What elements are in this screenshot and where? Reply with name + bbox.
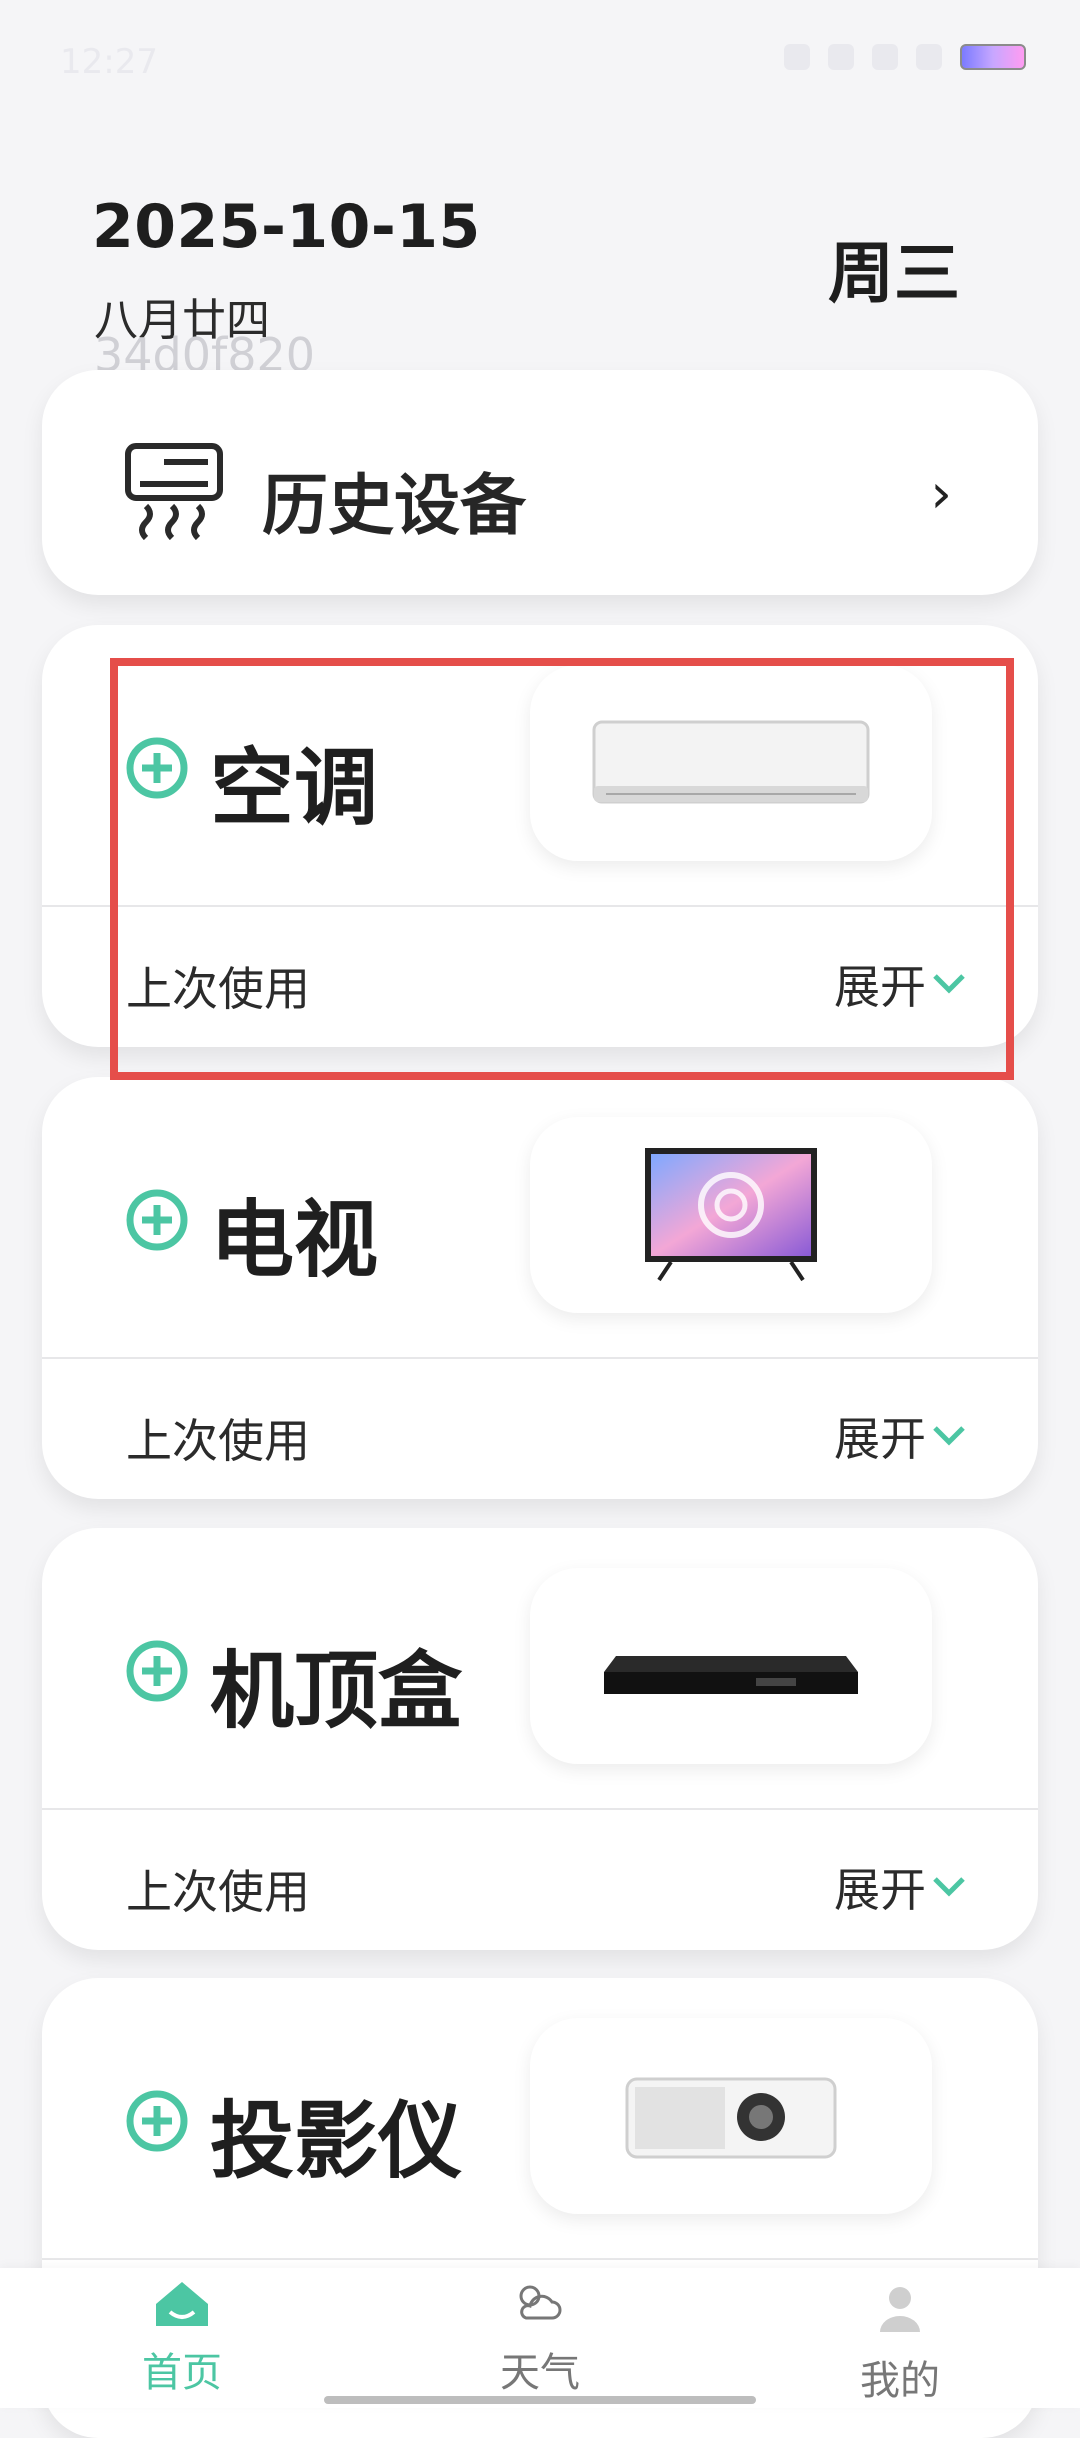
expand-toggle[interactable]: 展开 [834,1403,966,1469]
projector-illustration [625,2077,837,2159]
chevron-down-icon [933,1877,965,1897]
chevron-down-icon [933,1426,965,1446]
device-card-set-top-box[interactable]: 机顶盒 上次使用 展开 [42,1528,1038,1950]
last-used-label: 上次使用 [126,1865,310,1919]
divider [42,2258,1038,2260]
nav-me-label: 我的 [860,2358,940,2404]
add-icon[interactable] [126,1640,188,1702]
expand-label: 展开 [834,1863,926,1917]
alarm-icon [784,44,810,70]
history-devices-card[interactable]: 历史设备 › [42,370,1038,595]
divider [42,905,1038,907]
device-name: 机顶盒 [210,1642,463,1740]
status-time: 12:27 [60,42,158,82]
divider [42,1808,1038,1810]
add-icon[interactable] [126,1189,188,1251]
nav-home[interactable]: 首页 [112,2278,252,2408]
device-name: 投影仪 [210,2092,463,2190]
nav-weather-label: 天气 [500,2350,580,2396]
device-name: 空调 [210,739,379,837]
air-conditioner-icon [125,443,223,540]
projector-image [530,2018,932,2214]
wifi-icon [916,44,942,70]
set-top-box-image [530,1568,932,1764]
network-speed-icon [828,44,854,70]
television-illustration [645,1148,817,1282]
expand-label: 展开 [834,1412,926,1466]
expand-label: 展开 [834,960,926,1014]
battery-icon [960,44,1026,70]
device-card-air-conditioner[interactable]: 空调 上次使用 展开 [42,625,1038,1047]
expand-toggle[interactable]: 展开 [834,951,966,1017]
status-icons [784,44,1026,70]
chevron-right-icon: › [930,462,952,525]
nav-home-label: 首页 [142,2350,222,2396]
bottom-navigation: 首页 天气 我的 [0,2268,1080,2408]
set-top-box-illustration [604,1656,858,1694]
device-card-television[interactable]: 电视 上次使用 展开 [42,1077,1038,1499]
nav-me[interactable]: 我的 [830,2278,970,2408]
divider [42,1357,1038,1359]
gesture-bar[interactable] [324,2396,756,2404]
air-conditioner-illustration [592,720,870,804]
nav-weather[interactable]: 天气 [470,2278,610,2408]
weather-icon [519,2285,562,2320]
add-icon[interactable] [126,2090,188,2152]
device-name: 电视 [210,1191,379,1289]
last-used-label: 上次使用 [126,962,310,1016]
history-devices-title: 历史设备 [262,467,526,544]
chevron-down-icon [933,974,965,994]
user-icon [880,2287,920,2332]
expand-toggle[interactable]: 展开 [834,1854,966,1920]
home-icon [156,2282,208,2326]
add-icon[interactable] [126,737,188,799]
status-bar: 12:27 [0,0,1080,120]
last-used-label: 上次使用 [126,1414,310,1468]
sim-icon [872,44,898,70]
air-conditioner-image [530,665,932,861]
date-text: 2025-10-15 [92,192,481,262]
weekday-text: 周三 [828,235,960,312]
television-image [530,1117,932,1313]
